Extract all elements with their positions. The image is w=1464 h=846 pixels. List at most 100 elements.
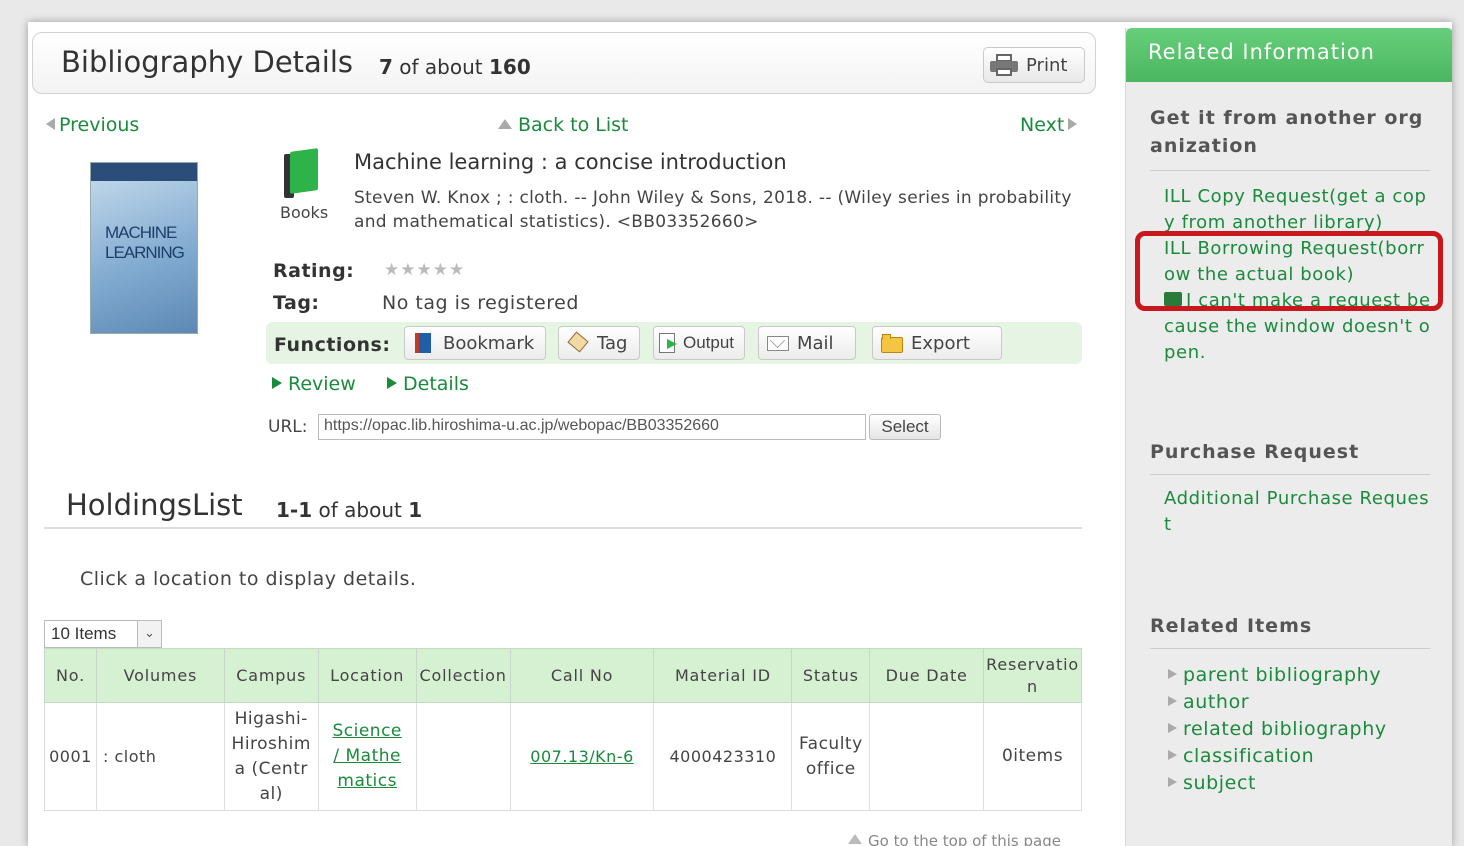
col-no[interactable]: No. [44, 648, 97, 703]
items-per-page-value: 10 Items [51, 624, 117, 643]
url-field[interactable]: https://opac.lib.hiroshima-u.ac.jp/webop… [318, 414, 866, 440]
cell-volumes: : cloth [95, 702, 225, 811]
sec-divider [1150, 170, 1430, 171]
col-location[interactable]: Location [317, 648, 417, 703]
sec-divider [1150, 648, 1430, 649]
back-label: Back to List [518, 114, 629, 136]
chevron-down-icon: ⌄ [137, 621, 161, 647]
col-status[interactable]: Status [791, 648, 871, 703]
related-subject-link[interactable]: subject [1168, 772, 1256, 794]
related-bibliography-label: related bibliography [1183, 718, 1387, 740]
title-bar: Bibliography Details 7 of about 160 Prin… [32, 32, 1096, 94]
page-title: Bibliography Details [61, 45, 354, 79]
holdings-header-row: No. Volumes Campus Location Collection C… [44, 648, 1082, 703]
bookmark-label: Bookmark [443, 332, 535, 354]
col-material-id[interactable]: Material ID [653, 648, 793, 703]
bullet-arrow-icon [1168, 669, 1177, 679]
next-label: Next [1020, 114, 1065, 136]
purchase-request-link[interactable]: Additional Purchase Request [1164, 486, 1432, 538]
export-button[interactable]: Export [872, 326, 1002, 360]
mail-button[interactable]: Mail [758, 326, 856, 360]
result-total: 160 [488, 55, 531, 79]
details-link[interactable]: Details [387, 373, 469, 395]
col-collection[interactable]: Collection [415, 648, 511, 703]
book-cover-image[interactable]: MACHINE LEARNING [90, 162, 198, 334]
related-parent-link[interactable]: parent bibliography [1168, 664, 1381, 686]
sec-related-title: Related Items [1150, 615, 1313, 637]
previous-label: Previous [59, 114, 140, 136]
mail-icon [767, 333, 789, 353]
bullet-arrow-icon [1168, 723, 1177, 733]
col-volumes[interactable]: Volumes [95, 648, 225, 703]
rating-stars[interactable]: ★★★★★ [384, 260, 465, 280]
cell-reservation: 0items [983, 702, 1082, 811]
location-link[interactable]: Science / Mathematics [332, 721, 401, 791]
functions-label: Functions: [274, 334, 391, 356]
holdings-divider [44, 527, 1082, 529]
printer-icon [990, 54, 1018, 76]
holdings-range: 1-1 [276, 498, 313, 522]
tag-value: No tag is registered [382, 292, 579, 314]
mail-label: Mail [797, 332, 834, 354]
details-label: Details [403, 373, 469, 395]
holdings-hint: Click a location to display details. [80, 568, 417, 590]
bullet-arrow-icon [1168, 750, 1177, 760]
table-row: 0001 : cloth Higashi-Hiroshima (Central)… [44, 702, 1082, 811]
holdings-count-of: of about [318, 498, 402, 522]
rating-label: Rating: [273, 260, 355, 282]
folder-export-icon [881, 333, 903, 353]
output-label: Output [683, 333, 735, 352]
tag-button-label: Tag [597, 332, 628, 354]
book-icon [282, 148, 318, 198]
output-icon [659, 333, 681, 353]
back-to-list-link[interactable]: Back to List [498, 114, 629, 136]
related-classification-label: classification [1183, 745, 1315, 767]
next-link[interactable]: Next [1020, 114, 1078, 136]
tag-button[interactable]: Tag [558, 326, 640, 360]
cell-campus: Higashi-Hiroshima (Central) [223, 702, 319, 811]
related-bibliography-link[interactable]: related bibliography [1168, 718, 1387, 740]
url-label: URL: [268, 417, 308, 437]
review-label: Review [288, 373, 356, 395]
previous-link[interactable]: Previous [46, 114, 139, 136]
items-per-page-select[interactable]: 10 Items ⌄ [44, 620, 162, 648]
export-label: Export [911, 332, 970, 354]
review-arrow-icon [272, 377, 282, 389]
bookmark-icon [413, 333, 435, 353]
col-reservation[interactable]: Reservation [983, 648, 1082, 703]
col-due-date[interactable]: Due Date [869, 648, 985, 703]
col-call-no[interactable]: Call No [509, 648, 655, 703]
output-button[interactable]: Output [653, 326, 745, 360]
holdings-table: No. Volumes Campus Location Collection C… [44, 648, 1082, 811]
related-author-label: author [1183, 691, 1250, 713]
cover-strip [91, 163, 197, 181]
col-campus[interactable]: Campus [223, 648, 319, 703]
cell-call-no: 007.13/Kn-6 [509, 702, 655, 811]
related-parent-label: parent bibliography [1183, 664, 1382, 686]
book-title: Machine learning : a concise introductio… [354, 150, 787, 174]
review-link[interactable]: Review [272, 373, 356, 395]
related-classification-link[interactable]: classification [1168, 745, 1314, 767]
tag-label: Tag: [273, 292, 320, 314]
cell-location: Science / Mathematics [317, 702, 417, 811]
cell-collection [415, 702, 511, 811]
next-arrow-icon [1068, 118, 1078, 130]
top-arrow-icon [848, 834, 862, 844]
go-to-top-link[interactable]: Go to the top of this page [848, 832, 1061, 846]
related-author-link[interactable]: author [1168, 691, 1249, 713]
previous-arrow-icon [46, 118, 55, 130]
bullet-arrow-icon [1168, 696, 1177, 706]
tag-icon [567, 331, 589, 353]
print-button[interactable]: Print [983, 47, 1085, 83]
bookmark-button[interactable]: Bookmark [404, 326, 546, 360]
sec-purchase-title: Purchase Request [1150, 441, 1360, 463]
result-count: 7 of about 160 [379, 55, 531, 79]
bullet-arrow-icon [1168, 777, 1177, 787]
select-button[interactable]: Select [869, 414, 941, 440]
call-no-link[interactable]: 007.13/Kn-6 [530, 747, 633, 766]
related-subject-label: subject [1183, 772, 1257, 794]
main-content: Bibliography Details 7 of about 160 Prin… [28, 22, 1124, 846]
holdings-total: 1 [408, 498, 423, 522]
ill-copy-link[interactable]: ILL Copy Request(get a copy from another… [1164, 184, 1432, 236]
sidebar-header: Related Information [1126, 28, 1452, 82]
